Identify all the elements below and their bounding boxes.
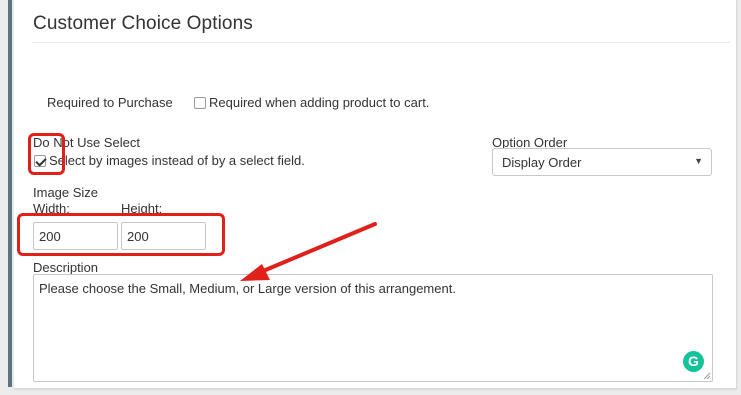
required-to-purchase-label: Required to Purchase (47, 95, 173, 110)
customer-choice-options-panel: Customer Choice Options Required to Purc… (14, 0, 737, 389)
screenshot-frame: Customer Choice Options Required to Purc… (0, 0, 741, 395)
required-checkbox-label[interactable]: Required when adding product to cart. (209, 95, 429, 110)
checkbox-highlight-box (28, 133, 65, 175)
resize-grip-icon[interactable] (703, 372, 711, 380)
description-textarea[interactable]: Please choose the Small, Medium, or Larg… (33, 274, 713, 382)
select-by-images-label[interactable]: Select by images instead of by a select … (49, 153, 305, 168)
chevron-down-icon: ▼ (694, 156, 703, 166)
option-order-selected-value: Display Order (502, 155, 582, 170)
left-accent-bar (8, 0, 12, 387)
image-size-label: Image Size (33, 185, 99, 200)
title-divider (32, 42, 730, 43)
section-title: Customer Choice Options (33, 13, 253, 34)
required-checkbox[interactable] (194, 97, 206, 109)
image-size-highlight-box (17, 213, 225, 256)
description-text: Please choose the Small, Medium, or Larg… (39, 281, 456, 296)
grammarly-icon[interactable]: G (683, 351, 704, 372)
option-order-select[interactable]: Display Order ▼ (492, 148, 712, 176)
description-label: Description (33, 260, 99, 275)
